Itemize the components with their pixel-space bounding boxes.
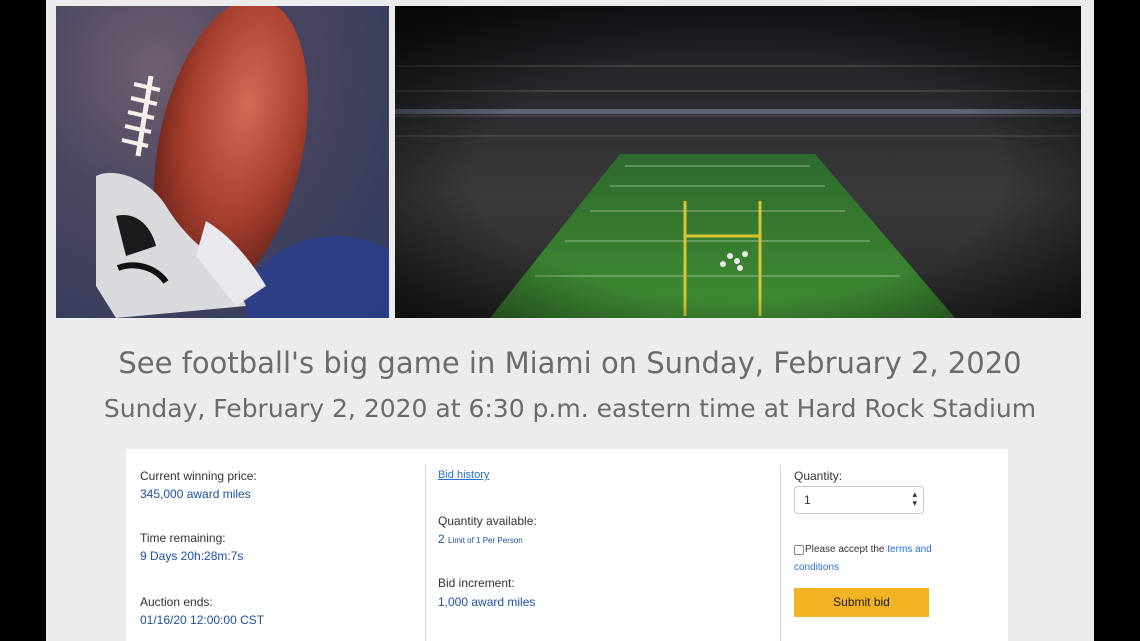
event-subtitle: Sunday, February 2, 2020 at 6:30 p.m. ea…: [103, 394, 1037, 423]
bid-increment-label: Bid increment:: [438, 576, 515, 590]
quantity-limit-note: Limit of 1 Per Person: [448, 536, 523, 545]
submit-bid-button[interactable]: Submit bid: [794, 588, 929, 617]
time-remaining-label: Time remaining:: [140, 531, 226, 545]
bid-increment-value: 1,000 award miles: [438, 595, 536, 609]
accept-terms-checkbox[interactable]: [794, 545, 804, 555]
conditions-link[interactable]: conditions: [794, 562, 839, 573]
stadium-image: [395, 6, 1081, 318]
quantity-label: Quantity:: [794, 469, 843, 483]
auction-ends-value: 01/16/20 12:00:00 CST: [140, 613, 265, 627]
accept-terms-text: Please accept the terms and: [805, 544, 932, 555]
quantity-select[interactable]: 1 ▴ ▾: [794, 486, 924, 514]
column-divider: [780, 465, 781, 641]
select-arrows-icon: ▴ ▾: [912, 489, 917, 508]
time-remaining-value: 9 Days 20h:28m:7s: [140, 549, 244, 563]
auction-panel: Current winning price: 345,000 award mil…: [126, 449, 1008, 641]
quantity-available-label: Quantity available:: [438, 514, 537, 528]
current-price-label: Current winning price:: [140, 469, 257, 483]
page-title: See football's big game in Miami on Sund…: [118, 346, 1022, 380]
terms-link[interactable]: terms and: [887, 544, 931, 555]
football-image: [56, 6, 389, 318]
bid-history-link[interactable]: Bid history: [438, 469, 489, 481]
current-price-value: 345,000 award miles: [140, 487, 251, 501]
column-divider: [425, 465, 426, 641]
accept-terms-label: Please accept the: [805, 544, 885, 555]
quantity-available-number: 2: [438, 532, 445, 546]
quantity-selected-value: 1: [804, 493, 811, 507]
stadium-illustration: [395, 6, 1081, 318]
auction-ends-label: Auction ends:: [140, 595, 213, 609]
page: See football's big game in Miami on Sund…: [46, 0, 1094, 641]
football-illustration: [96, 6, 389, 318]
quantity-available-value: 2 Limit of 1 Per Person: [438, 532, 523, 546]
